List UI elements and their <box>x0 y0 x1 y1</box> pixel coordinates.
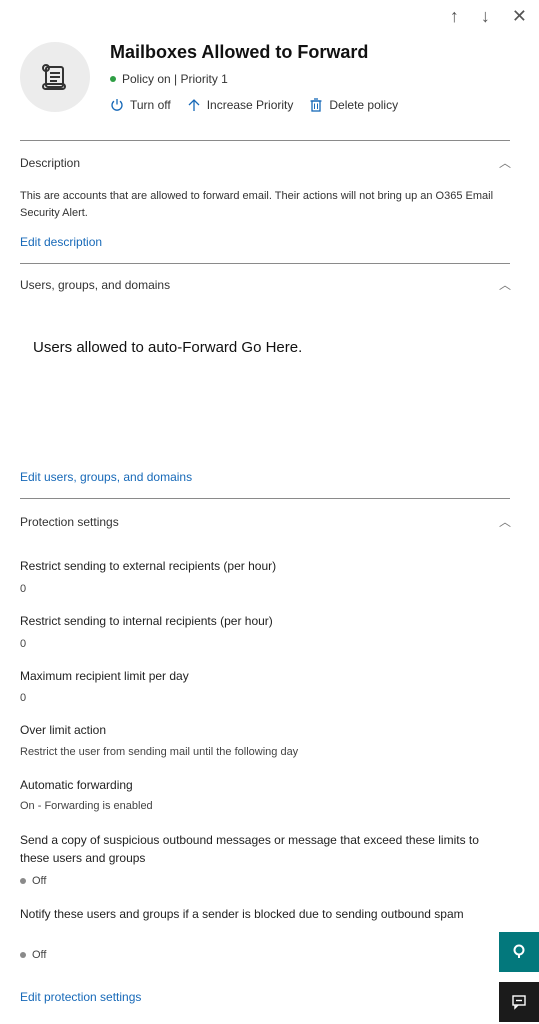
status-text: Policy on | Priority 1 <box>122 72 228 86</box>
description-text: This are accounts that are allowed to fo… <box>20 190 494 219</box>
field-label: Over limit action <box>20 723 107 737</box>
field-label: Automatic forwarding <box>20 778 133 792</box>
edit-protection-link[interactable]: Edit protection settings <box>20 990 141 1004</box>
field-value: 0 <box>20 692 27 704</box>
field-value: 0 <box>20 638 27 650</box>
off-dot <box>20 952 26 958</box>
help-button[interactable] <box>499 932 539 972</box>
trash-icon <box>310 98 322 112</box>
scroll-icon <box>42 64 66 90</box>
field-value: Off <box>32 949 47 961</box>
chevron-up-icon[interactable]: ︿ <box>499 276 511 293</box>
increase-priority-label: Increase Priority <box>206 98 294 112</box>
power-icon <box>111 99 123 111</box>
field-label: Send a copy of suspicious outbound messa… <box>20 833 479 865</box>
chat-icon <box>512 995 526 1010</box>
arrow-down-icon[interactable]: ↓ <box>481 6 490 26</box>
edit-users-link[interactable]: Edit users, groups, and domains <box>20 470 192 484</box>
page-title: Mailboxes Allowed to Forward <box>110 42 369 62</box>
arrow-up-icon <box>188 99 200 111</box>
off-dot <box>20 878 26 884</box>
turn-off-label: Turn off <box>130 98 171 112</box>
field-label: Maximum recipient limit per day <box>20 669 189 683</box>
policy-status: Policy on | Priority 1 <box>110 72 228 86</box>
edit-description-link[interactable]: Edit description <box>20 235 102 249</box>
field-value: Restrict the user from sending mail unti… <box>20 746 299 758</box>
field-label: Notify these users and groups if a sende… <box>20 907 464 921</box>
users-section-title: Users, groups, and domains <box>20 278 171 292</box>
delete-policy-label: Delete policy <box>329 98 399 112</box>
chevron-up-icon[interactable]: ︿ <box>499 154 511 171</box>
users-placeholder-text: Users allowed to auto-Forward Go Here. <box>33 339 303 356</box>
policy-avatar <box>20 42 90 112</box>
policy-header: Mailboxes Allowed to Forward Policy on |… <box>20 42 519 122</box>
feedback-button[interactable] <box>499 982 539 1022</box>
chevron-up-icon[interactable]: ︿ <box>499 513 511 530</box>
field-value: Off <box>32 875 47 887</box>
field-label: Restrict sending to external recipients … <box>20 559 277 573</box>
status-dot <box>110 76 116 82</box>
field-value: 0 <box>20 583 27 595</box>
field-value-off: Off <box>20 875 46 887</box>
divider <box>20 263 510 264</box>
divider <box>20 498 510 499</box>
field-value-off: Off <box>20 949 46 961</box>
divider <box>20 140 510 141</box>
close-icon[interactable]: ✕ <box>512 6 527 26</box>
increase-priority-button[interactable]: Increase Priority <box>187 98 294 112</box>
delete-policy-button[interactable]: Delete policy <box>309 98 398 112</box>
protection-section-title: Protection settings <box>20 515 119 529</box>
arrow-up-icon[interactable]: ↑ <box>450 6 459 26</box>
field-value: On - Forwarding is enabled <box>20 800 153 812</box>
header-actions: Turn off Increase Priority Delete policy <box>110 98 398 112</box>
headset-icon <box>513 944 525 958</box>
turn-off-button[interactable]: Turn off <box>110 98 171 112</box>
field-label: Restrict sending to internal recipients … <box>20 614 273 628</box>
top-nav: ↑ ↓ ✕ <box>450 6 527 26</box>
description-section-title: Description <box>20 156 81 170</box>
